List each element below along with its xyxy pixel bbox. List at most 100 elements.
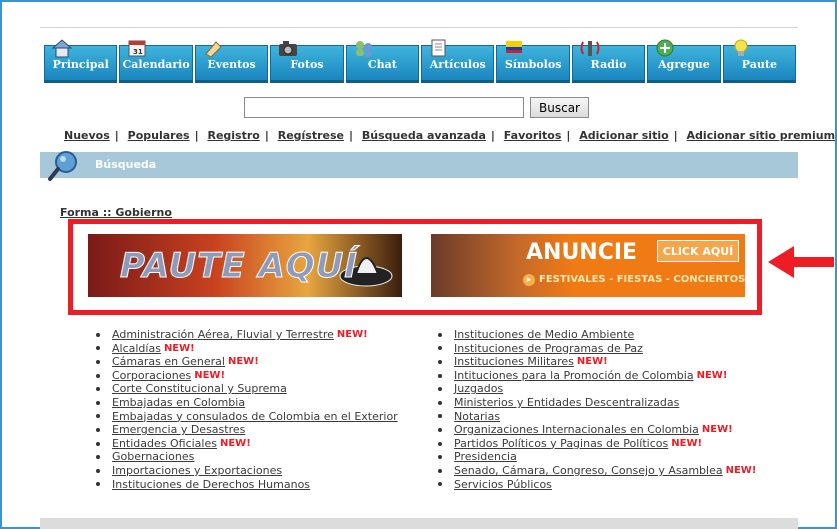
category-item: Instituciones de Programas de Paz <box>438 342 756 356</box>
category-link[interactable]: Presidencia <box>454 450 517 464</box>
nav-chat[interactable]: Chat <box>345 41 420 83</box>
bullet-icon <box>438 400 442 405</box>
nav-calendario[interactable]: 31 Calendario <box>119 40 193 83</box>
articles-icon <box>431 39 446 57</box>
bullet-icon <box>96 346 100 351</box>
bullet-icon <box>438 441 442 446</box>
category-link[interactable]: Entidades Oficiales <box>112 437 217 451</box>
events-icon <box>205 41 222 58</box>
category-item: Embajadas en Colombia <box>96 396 398 410</box>
new-badge: NEW! <box>227 356 259 368</box>
bullet-icon <box>438 427 442 432</box>
nav-agregue[interactable]: Agregue <box>647 39 721 83</box>
banner-paute-aqui[interactable]: PAUTE AQUÍ <box>88 234 402 297</box>
nav-eventos[interactable]: Eventos <box>194 41 269 83</box>
link-favoritos[interactable]: Favoritos <box>504 129 562 142</box>
bullet-icon <box>438 387 442 392</box>
chat-icon <box>355 41 372 57</box>
nav-principal[interactable]: Principal <box>44 39 118 83</box>
bullet-icon <box>96 441 100 446</box>
bullet-icon <box>438 373 442 378</box>
category-item: Importaciones y Exportaciones <box>96 464 398 478</box>
new-badge: NEW! <box>163 342 195 354</box>
category-link[interactable]: Embajadas en Colombia <box>112 396 245 410</box>
radio-icon <box>580 41 600 56</box>
nav-articulos[interactable]: Artículos <box>421 39 495 83</box>
link-busqueda-avanzada[interactable]: Búsqueda avanzada <box>362 129 486 142</box>
link-nuevos[interactable]: Nuevos <box>64 129 110 142</box>
new-badge: NEW! <box>725 464 757 476</box>
link-adicionar-sitio-premium[interactable]: Adicionar sitio premium <box>687 129 836 142</box>
category-link[interactable]: Importaciones y Exportaciones <box>112 464 282 478</box>
category-link[interactable]: Embajadas y consulados de Colombia en el… <box>112 410 398 424</box>
link-registro[interactable]: Registro <box>207 129 259 142</box>
search-input[interactable] <box>244 97 524 118</box>
bullet-icon <box>96 359 100 364</box>
link-registrese[interactable]: Regístrese <box>278 129 344 142</box>
category-link[interactable]: Corporaciones <box>112 369 191 383</box>
section-header: Búsqueda <box>40 152 798 178</box>
category-item: Instituciones Militares NEW! <box>438 355 756 369</box>
nav-label: Calendario <box>122 58 190 71</box>
category-link[interactable]: Senado, Cámara, Congreso, Consejo y Asam… <box>454 464 723 478</box>
link-populares[interactable]: Populares <box>128 129 190 142</box>
category-link[interactable]: Alcaldías <box>112 342 161 356</box>
red-arrow-icon <box>768 246 834 278</box>
click-aqui-button[interactable]: CLICK AQUÍ <box>657 240 739 262</box>
category-item: Ministerios y Entidades Descentralizadas <box>438 396 756 410</box>
nav-simbolos[interactable]: Símbolos <box>496 41 570 83</box>
category-link[interactable]: Juzgados <box>454 382 503 396</box>
new-badge: NEW! <box>194 369 226 381</box>
bullet-icon <box>96 455 100 460</box>
category-item: Cámaras en General NEW! <box>96 355 398 369</box>
category-link[interactable]: Emergencia y Desastres <box>112 423 245 437</box>
category-link[interactable]: Instituciones Militares <box>454 355 574 369</box>
camera-icon <box>279 41 298 56</box>
banner-anuncie[interactable]: ANUNCIE CLICK AQUÍ ▸ FESTIVALES - FIESTAS… <box>431 234 745 297</box>
category-list-right: Instituciones de Medio Ambiente Instituci… <box>438 328 756 491</box>
nav-paute[interactable]: Paute <box>722 39 797 83</box>
magnifier-icon <box>48 151 77 181</box>
nav-label: Artículos <box>429 58 486 71</box>
category-item: Notarias <box>438 410 756 424</box>
category-list-left: Administración Aérea, Fluvial y Terrestr… <box>96 328 398 491</box>
quick-links: Nuevos | Populares | Registro | Regístrese |… <box>64 129 836 142</box>
bullet-icon <box>438 332 442 337</box>
arrow-right-icon: ▸ <box>523 274 535 286</box>
category-link[interactable]: Partidos Políticos y Paginas de Político… <box>454 437 668 451</box>
bullet-icon <box>438 455 442 460</box>
bullet-icon <box>96 332 100 337</box>
category-link[interactable]: Instituciones de Medio Ambiente <box>454 328 634 342</box>
category-link[interactable]: Administración Aérea, Fluvial y Terrestr… <box>112 328 334 342</box>
nav-fotos[interactable]: Fotos <box>270 41 344 83</box>
lightbulb-icon <box>734 39 748 56</box>
breadcrumb[interactable]: Forma :: Gobierno <box>60 206 172 219</box>
nav-radio[interactable]: Radio <box>571 41 646 83</box>
category-item: Administración Aérea, Fluvial y Terrestr… <box>96 328 398 342</box>
bullet-icon <box>96 468 100 473</box>
category-item: Corporaciones NEW! <box>96 369 398 383</box>
category-link[interactable]: Organizaciones Internacionales en Colomb… <box>454 423 699 437</box>
bullet-icon <box>96 482 100 487</box>
category-item: Intituciones para la Promoción de Colomb… <box>438 369 756 383</box>
new-badge: NEW! <box>576 356 608 368</box>
banner-anuncie-headline: ANUNCIE <box>526 240 638 265</box>
nav-label: Chat <box>367 58 397 71</box>
category-link[interactable]: Cámaras en General <box>112 355 225 369</box>
category-link[interactable]: Gobernaciones <box>112 450 194 464</box>
link-adicionar-sitio[interactable]: Adicionar sitio <box>579 129 668 142</box>
main-nav: Principal 31 Calendario Eventos Fotos Ch… <box>44 39 797 83</box>
flag-icon <box>506 41 523 53</box>
search-button[interactable]: Buscar <box>530 97 589 118</box>
banner-subtitle-row: ▸ FESTIVALES - FIESTAS - CONCIERTOS <box>523 274 745 286</box>
category-link[interactable]: Corte Constitucional y Suprema <box>112 382 287 396</box>
category-link[interactable]: Instituciones de Derechos Humanos <box>112 478 310 492</box>
nav-label: Símbolos <box>504 58 562 71</box>
category-link[interactable]: Ministerios y Entidades Descentralizadas <box>454 396 679 410</box>
category-link[interactable]: Intituciones para la Promoción de Colomb… <box>454 369 694 383</box>
category-link[interactable]: Notarias <box>454 410 500 424</box>
category-link[interactable]: Servicios Públicos <box>454 478 552 492</box>
bullet-icon <box>438 468 442 473</box>
category-link[interactable]: Instituciones de Programas de Paz <box>454 342 643 356</box>
nav-label: Principal <box>52 58 109 71</box>
